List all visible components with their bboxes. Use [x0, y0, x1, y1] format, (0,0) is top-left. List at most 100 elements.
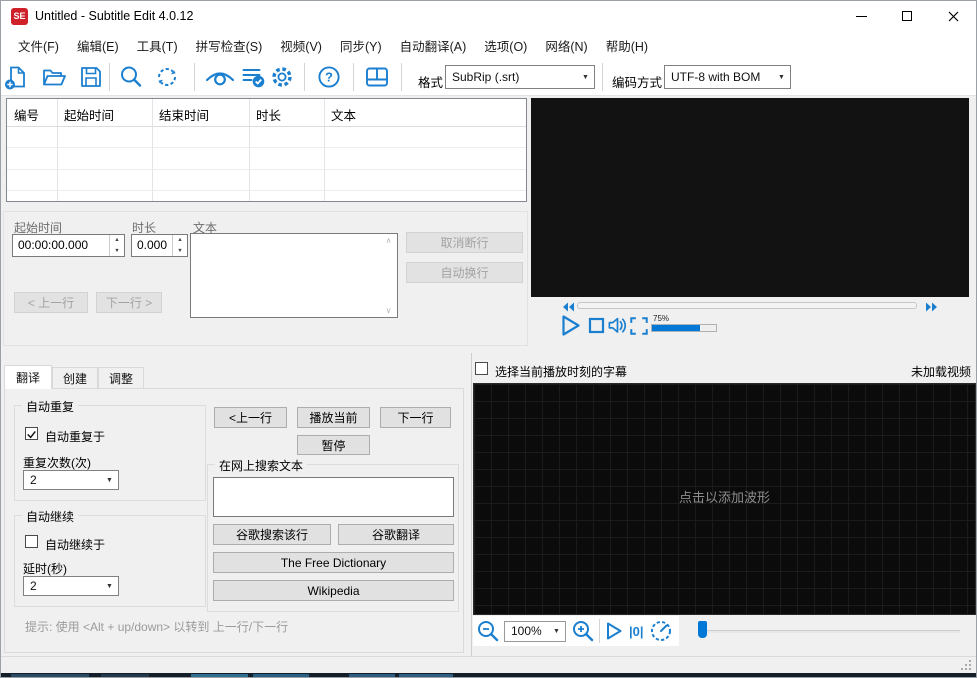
new-file-icon[interactable] [4, 64, 30, 90]
select-current-subtitle-checkbox[interactable] [475, 362, 488, 375]
menu-video[interactable]: 视频(V) [271, 31, 331, 60]
google-search-line-button[interactable]: 谷歌搜索该行 [213, 524, 331, 545]
stop-icon[interactable] [588, 317, 605, 334]
menu-sync[interactable]: 同步(Y) [331, 31, 391, 60]
volume-value: 75% [653, 314, 670, 323]
seek-back-icon[interactable] [562, 302, 575, 312]
toolbar-separator [194, 63, 195, 91]
next-line-button[interactable]: 下一行 > [96, 292, 162, 313]
play-current-button[interactable]: 播放当前 [297, 407, 370, 428]
auto-repeat-checkbox[interactable] [25, 427, 38, 440]
translate-tab-page: 自动重复 自动重复于 重复次数(次) 2 ▼ 自动继续 自动继续于 延时(秒) … [4, 388, 464, 653]
fullscreen-icon[interactable] [629, 316, 649, 336]
playback-speed-icon[interactable] [649, 619, 673, 643]
volume-icon[interactable] [607, 315, 628, 336]
empty-row [7, 147, 526, 148]
tab-adjust[interactable]: 调整 [98, 367, 144, 389]
save-icon[interactable] [78, 64, 104, 90]
prev-line-button[interactable]: < 上一行 [14, 292, 88, 313]
translate-next-line-button[interactable]: 下一行 [380, 407, 451, 428]
open-file-icon[interactable] [41, 64, 67, 90]
subtitle-list[interactable]: 编号 起始时间 结束时间 时长 文本 [6, 98, 527, 202]
main-toolbar: ? 格式 SubRip (.srt) ▼ 编码方式 UTF-8 with BOM… [1, 59, 976, 96]
help-icon[interactable]: ? [316, 64, 342, 90]
tab-translate[interactable]: 翻译 [4, 365, 52, 389]
status-bar [1, 656, 976, 673]
duration-input[interactable]: 0.000 ▲ ▼ [131, 234, 188, 257]
spin-down-icon[interactable]: ▼ [110, 246, 124, 257]
volume-slider[interactable]: 75% [651, 314, 717, 332]
bottom-left-panel: 翻译 创建 调整 自动重复 自动重复于 重复次数(次) 2 ▼ 自动继续 自动继… [1, 353, 468, 656]
col-text: 文本 [331, 109, 357, 123]
toolbar-separator [599, 619, 600, 643]
spin-up-icon[interactable]: ▲ [173, 235, 187, 246]
replace-icon[interactable] [154, 64, 180, 90]
spin-down-icon[interactable]: ▼ [173, 246, 187, 257]
waveform-play-icon[interactable] [604, 621, 624, 641]
translate-prev-line-button[interactable]: <上一行 [214, 407, 287, 428]
titlebar: SE Untitled - Subtitle Edit 4.0.12 [1, 1, 976, 31]
encoding-select[interactable]: UTF-8 with BOM ▼ [664, 65, 791, 89]
auto-continue-checkbox[interactable] [25, 535, 38, 548]
window-title: Untitled - Subtitle Edit 4.0.12 [35, 9, 194, 23]
waveform-zoom-select[interactable]: 100% ▼ [504, 620, 566, 642]
seek-bar[interactable] [577, 302, 917, 309]
seek-forward-icon[interactable] [925, 302, 938, 312]
menubar: 文件(F) 编辑(E) 工具(T) 拼写检查(S) 视频(V) 同步(Y) 自动… [1, 31, 976, 59]
format-select[interactable]: SubRip (.srt) ▼ [445, 65, 595, 89]
menu-tools[interactable]: 工具(T) [128, 31, 187, 60]
time-spinner[interactable]: ▲ ▼ [109, 235, 124, 256]
spell-check-icon[interactable] [240, 64, 266, 90]
menu-options[interactable]: 选项(O) [475, 31, 536, 60]
menu-file[interactable]: 文件(F) [9, 31, 68, 60]
subtitle-edit-window: SE Untitled - Subtitle Edit 4.0.12 文件(F)… [0, 0, 977, 678]
play-from-zero-icon[interactable]: |0| [629, 624, 644, 639]
web-search-input[interactable] [213, 477, 454, 517]
repeat-count-label: 重复次数(次) [23, 456, 91, 470]
shortcut-hint: 提示: 使用 <Alt + up/down> 以转到 上一行/下一行 [25, 620, 289, 634]
menu-edit[interactable]: 编辑(E) [68, 31, 128, 60]
col-start-time: 起始时间 [64, 109, 115, 123]
tab-create[interactable]: 创建 [52, 367, 98, 389]
textarea-scrollbar[interactable]: ∧ ∨ [382, 236, 395, 315]
resize-grip-icon[interactable] [961, 660, 972, 671]
layout-icon[interactable] [364, 64, 390, 90]
duration-spinner[interactable]: ▲ ▼ [172, 235, 187, 256]
menu-help[interactable]: 帮助(H) [597, 31, 657, 60]
spin-up-icon[interactable]: ▲ [110, 235, 124, 246]
start-time-input[interactable]: 00:00:00.000 ▲ ▼ [12, 234, 125, 257]
visual-sync-icon[interactable] [204, 64, 236, 90]
unbreak-button[interactable]: 取消断行 [406, 232, 523, 253]
menu-autotranslate[interactable]: 自动翻译(A) [391, 31, 476, 60]
zoom-in-icon[interactable] [571, 619, 595, 643]
menu-network[interactable]: 网络(N) [536, 31, 596, 60]
minimize-icon [855, 15, 867, 17]
minimize-button[interactable] [838, 1, 884, 31]
menu-spellcheck[interactable]: 拼写检查(S) [187, 31, 272, 60]
waveform-position-slider[interactable] [707, 630, 960, 633]
wikipedia-button[interactable]: Wikipedia [213, 580, 454, 601]
scroll-up-icon[interactable]: ∧ [382, 236, 395, 245]
autobreak-button[interactable]: 自动换行 [406, 262, 523, 283]
video-status: 未加载视频 [910, 365, 971, 379]
video-player: 75% [531, 98, 976, 348]
waveform-toolbar: 100% ▼ |0| [473, 616, 679, 646]
format-label: 格式 [418, 76, 444, 90]
google-translate-button[interactable]: 谷歌翻译 [338, 524, 454, 545]
waveform-canvas[interactable]: 点击以添加波形 [473, 383, 976, 615]
zoom-out-icon[interactable] [476, 619, 500, 643]
close-button[interactable] [930, 1, 976, 31]
repeat-count-select[interactable]: 2 ▼ [23, 470, 119, 490]
settings-gear-icon[interactable] [269, 64, 295, 90]
slider-thumb[interactable] [698, 621, 707, 638]
maximize-button[interactable] [884, 1, 930, 31]
free-dictionary-button[interactable]: The Free Dictionary [213, 552, 454, 573]
subtitle-text-area[interactable]: ∧ ∨ [190, 233, 398, 318]
chevron-down-icon: ▼ [106, 476, 113, 484]
maximize-icon [902, 11, 912, 21]
find-icon[interactable] [118, 64, 144, 90]
play-icon[interactable] [559, 314, 582, 337]
delay-select[interactable]: 2 ▼ [23, 576, 119, 596]
pause-button[interactable]: 暂停 [297, 435, 370, 455]
scroll-down-icon[interactable]: ∨ [382, 306, 395, 315]
